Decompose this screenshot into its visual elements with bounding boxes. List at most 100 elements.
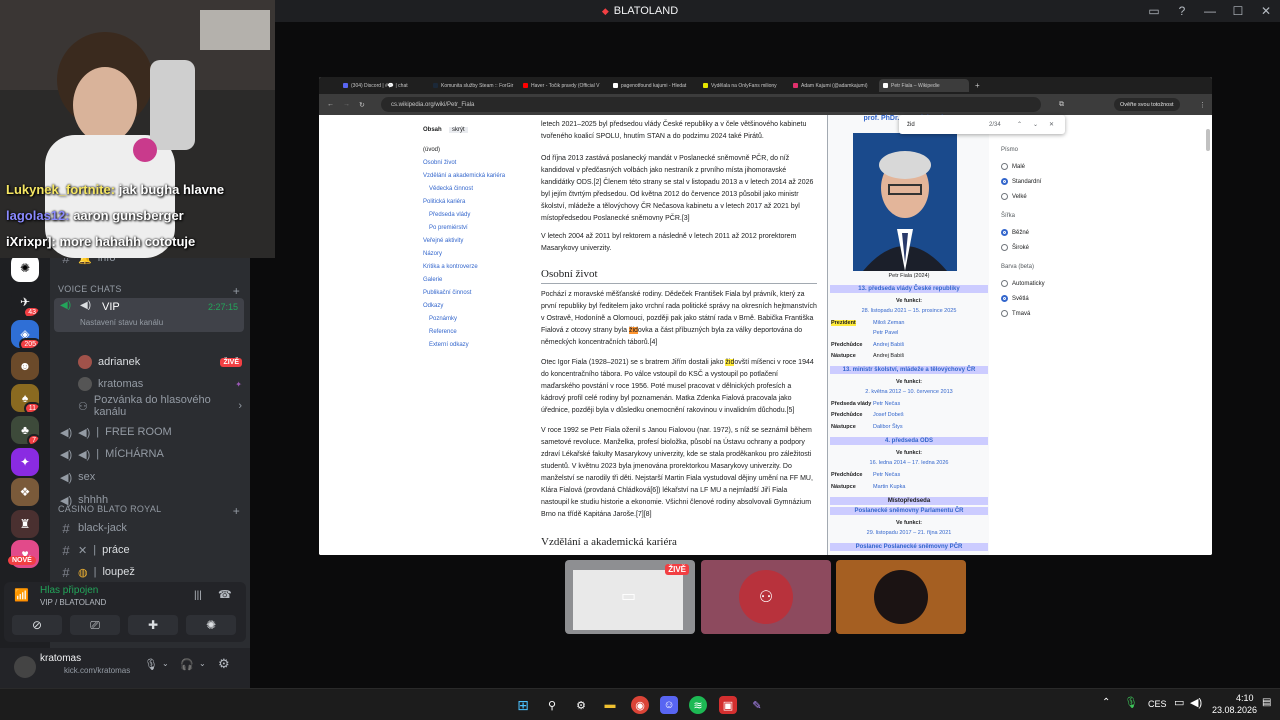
server-icon[interactable]: ♜ [11,510,39,538]
browser-tab[interactable]: Adam Kajumi (@adamkajumi) [789,79,879,92]
voice-status-title[interactable]: Hlas připojen [40,585,98,596]
new-tab-icon[interactable]: + [975,81,980,90]
toc-item[interactable]: Galerie [423,277,442,283]
chatgpt-server-icon[interactable]: ✺ [11,254,39,282]
browser-tab[interactable]: Vydělala na OnlyFans miliony [699,79,789,92]
color-option[interactable]: Světlá [1001,295,1029,302]
radio-selected[interactable] [1001,295,1008,302]
chevron-down-icon[interactable]: ⌄ [199,659,206,668]
infobox-value[interactable]: Martin Kupka [873,484,905,490]
infobox-value[interactable]: Petr Pavel [873,330,898,336]
stream-thumbnail[interactable]: ŽIVĚ ▭ [565,560,695,634]
back-icon[interactable]: ← [327,101,334,108]
disconnect-icon[interactable]: ☎ [218,588,232,601]
noise-suppression-icon[interactable]: ||| [194,590,202,601]
find-close-icon[interactable]: ✕ [1049,121,1054,128]
voice-channel-vip[interactable]: ◀) ◀) VIP 2:27:15 Nastavení stavu kanálu [54,298,244,332]
server-icon[interactable]: ✦ [11,448,39,476]
participant-tile[interactable]: ⚇ [701,560,831,634]
server-icon[interactable]: ❖ [11,478,39,506]
camera-off-button[interactable]: ⊘ [12,615,62,635]
radio[interactable] [1001,193,1008,200]
page-scrollbar[interactable] [1206,129,1210,151]
toc-item[interactable]: Vzdělání a akademická kariéra [423,173,505,179]
soundboard-button[interactable]: ✺ [186,615,236,635]
maximize-button[interactable]: ☐ [1224,4,1252,18]
start-icon[interactable]: ⊞ [514,696,532,714]
channel-status[interactable]: Nastavení stavu kanálu [80,318,163,327]
toc-item[interactable]: Externí odkazy [429,342,469,348]
language-indicator[interactable]: CES [1148,699,1167,709]
inbox-icon[interactable]: ▭ [1140,4,1168,18]
width-option[interactable]: Široké [1001,244,1029,251]
clock-time[interactable]: 4:10 [1236,693,1254,703]
reload-icon[interactable]: ↻ [359,101,365,109]
toc-item[interactable]: Veřejné aktivity [423,238,463,244]
notification-icon[interactable]: ▤ [1262,697,1271,708]
server-icon[interactable]: ✈ 43 [11,288,39,316]
font-size-option[interactable]: Malé [1001,163,1025,170]
spotify-icon[interactable]: ≋ [689,696,707,714]
browser-tab-active[interactable]: Petr Fiala – Wikipedie [879,79,969,92]
toc-item[interactable]: Předseda vlády [429,212,470,218]
infobox-value[interactable]: Petr Nečas [873,401,900,407]
toc-item[interactable]: Názory [423,251,442,257]
infobox-value[interactable]: Andrej Babiš [873,353,904,359]
toc-item[interactable]: (úvod) [423,147,440,153]
network-icon[interactable]: ▭ [1174,696,1184,709]
toc-item[interactable]: Publikační činnost [423,290,471,296]
chrome-icon[interactable]: ◉ [631,696,649,714]
voice-channel-micharna[interactable]: ◀) ◀) | MÍCHÁRNA [58,444,242,464]
address-bar[interactable]: cs.wikipedia.org/wiki/Petr_Fiala [381,97,1041,112]
color-option[interactable]: Tmavá [1001,310,1030,317]
channel-prace[interactable]: # ✕ | práce [58,540,242,560]
browser-tab[interactable]: pagenotfound kajumi - Hledat [609,79,699,92]
volume-icon[interactable]: ◀) [1190,696,1202,709]
voice-member[interactable]: kratomas ✦ [76,374,242,394]
app-icon[interactable]: ✎ [748,696,766,714]
app-icon[interactable]: ▣ [719,696,737,714]
discord-icon[interactable]: ☺ [660,696,678,714]
server-icon[interactable]: ◈ 205 [11,320,39,348]
participant-tile[interactable] [836,560,966,634]
toc-item[interactable]: Osobní život [423,160,456,166]
radio[interactable] [1001,310,1008,317]
width-option[interactable]: Běžné [1001,229,1029,236]
chevron-up-icon[interactable]: ⌃ [1102,697,1110,708]
infobox-value[interactable]: 28. listopadu 2021 – 15. prosince 2025 [828,308,990,314]
minimize-button[interactable]: — [1196,4,1224,18]
close-button[interactable]: ✕ [1252,4,1280,18]
voice-channel-sex[interactable]: ◀) sex [58,467,242,487]
add-channel-icon[interactable]: + [233,284,240,298]
radio-selected[interactable] [1001,229,1008,236]
font-size-option[interactable]: Standardní [1001,178,1041,185]
toc-item[interactable]: Poznámky [429,316,457,322]
infobox-value[interactable]: 2. května 2012 – 10. července 2013 [828,389,990,395]
server-icon[interactable]: ♠ 11 [11,384,39,412]
find-prev-icon[interactable]: ⌃ [1017,121,1022,128]
infobox-value[interactable]: 16. ledna 2014 – 17. ledna 2026 [828,460,990,466]
browser-tab[interactable]: (304) Discord | #💬 | chat [339,79,429,92]
radio[interactable] [1001,163,1008,170]
browser-tab[interactable]: Haver - Točik pravdy (Official V [519,79,609,92]
infobox-value[interactable]: Petr Nečas [873,472,900,478]
username[interactable]: kratomas [40,653,81,664]
headphones-icon[interactable]: 🎧 [180,658,194,671]
activities-button[interactable]: ✚ [128,615,178,635]
browser-tab[interactable]: Komunita služby Steam :: ForGir [429,79,519,92]
mic-icon[interactable]: 🎙 [144,658,158,671]
infobox-value[interactable]: Andrej Babiš [873,342,904,348]
toc-hide-button[interactable]: skrýt [449,127,468,133]
infobox-value[interactable]: Josef Dobeš [873,412,904,418]
profile-button[interactable]: Ověřte svou totožnost [1114,98,1180,111]
infobox-value[interactable]: 29. listopadu 2017 – 21. října 2021 [828,530,990,536]
extension-icon[interactable]: ⧉ [1059,101,1064,109]
forward-icon[interactable]: → [343,101,350,108]
invite-to-voice[interactable]: ⚇ Pozvánka do hlasového kanálu › [76,394,242,418]
avatar[interactable] [14,656,36,678]
clock-date[interactable]: 23.08.2026 [1212,705,1257,715]
channel-black-jack[interactable]: # black-jack [58,518,242,538]
category-voice-chats[interactable]: VOICE CHATS + [58,284,240,298]
voice-member[interactable]: adrianek ŽIVĚ [76,352,242,372]
infobox-value[interactable]: Miloš Zeman [873,320,904,326]
